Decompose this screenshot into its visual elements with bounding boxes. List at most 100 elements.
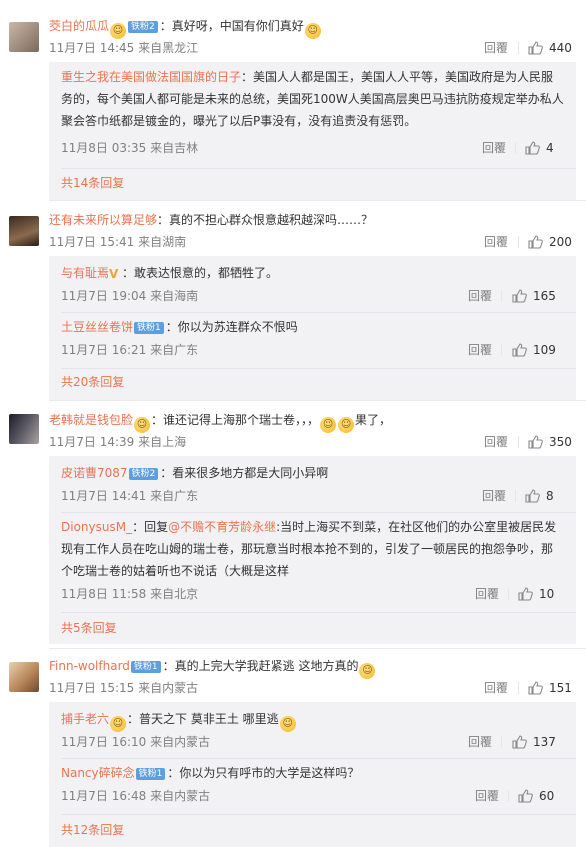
comment-item: 茭白的瓜瓜 ☺ 铁粉2 ：真好呀，中国有你们真好 ☺ 11月7日 14:45 来自黑龙江…: [0, 0, 586, 200]
reply-prefix: ：回复: [132, 520, 169, 534]
mention-link[interactable]: @不赡不育芳龄永继: [168, 520, 276, 534]
like-count: 200: [549, 235, 572, 249]
like-count: 60: [539, 789, 555, 803]
comment-text: Finn-wolfhard 铁粉1 ：真的上完大学我赶紧逃 这地方真的 ☺: [49, 658, 376, 679]
like-count: 151: [549, 681, 572, 695]
avatar[interactable]: [9, 216, 39, 246]
emoji-face-icon: ☺: [134, 417, 151, 433]
reply-meta: 11月7日 16:10 来自内蒙古: [61, 735, 211, 749]
fan-badge[interactable]: 铁粉2: [128, 468, 159, 480]
more-replies-link[interactable]: 共20条回复: [61, 374, 124, 390]
reply-body: ：敢表达恨意的，都牺牲了。: [122, 266, 279, 280]
reply-body: ：你以为只有呼市的大学是这样吗？: [167, 766, 360, 780]
vip-v-icon: V: [109, 267, 119, 281]
thumbs-up-icon: [518, 587, 533, 601]
reply-button[interactable]: 回覆: [484, 434, 508, 450]
reply-meta: 11月8日 03:35 来自吉林: [61, 141, 199, 155]
comment-text: 老韩就是钱包脸 ☺ ：谁还记得上海那个瑞士卷，，， ☺ ☺ 果了，: [49, 412, 391, 433]
reply-username[interactable]: 捕手老六: [61, 712, 109, 726]
reply-button[interactable]: 回覆: [475, 586, 499, 602]
reply-username[interactable]: DionysusM_: [61, 520, 132, 534]
avatar[interactable]: [9, 22, 39, 52]
reply-button[interactable]: 回覆: [482, 140, 506, 156]
reply-meta: 11月7日 14:41 来自广东: [61, 489, 199, 503]
fan-badge[interactable]: 铁粉1: [134, 322, 164, 334]
like-button[interactable]: 200: [528, 234, 572, 250]
divider: [515, 490, 516, 502]
reply-button[interactable]: 回覆: [468, 288, 492, 304]
reply-button[interactable]: 回覆: [468, 342, 492, 358]
like-button[interactable]: 350: [528, 434, 572, 450]
reply-button[interactable]: 回覆: [484, 680, 508, 696]
emoji-face-icon: ☺: [359, 663, 376, 679]
comment-item: 老韩就是钱包脸 ☺ ：谁还记得上海那个瑞士卷，，， ☺ ☺ 果了， 11月7日 14:39…: [0, 400, 586, 650]
divider: [61, 168, 576, 169]
reply-button[interactable]: 回覆: [482, 488, 506, 504]
username[interactable]: 茭白的瓜瓜: [49, 19, 109, 33]
emoji-face-icon: ☺: [110, 716, 127, 732]
like-count: 165: [533, 289, 556, 303]
fan-badge[interactable]: 铁粉1: [135, 768, 166, 780]
reply-username[interactable]: 皮诺曹7087: [61, 466, 128, 480]
more-replies-link[interactable]: 共14条回复: [61, 175, 124, 191]
comment-text: 还有未来所以算足够：真的不担心群众恨意越积越深吗……？: [49, 212, 373, 228]
comment-body: ：真好呀，中国有你们真好: [159, 19, 304, 33]
comment-body-tail: 果了，: [355, 413, 392, 427]
reply-username[interactable]: Nancy碎碎念: [61, 766, 135, 780]
comment-meta: 11月7日 15:41 来自湖南: [49, 235, 187, 249]
username[interactable]: 还有未来所以算足够: [49, 213, 157, 227]
reply-username[interactable]: 土豆丝丝卷饼: [61, 320, 133, 334]
like-button[interactable]: 440: [528, 40, 572, 56]
thumbs-up-icon: [528, 41, 543, 55]
reply-button[interactable]: 回覆: [484, 234, 508, 250]
reply-button[interactable]: 回覆: [475, 788, 499, 804]
fan-badge[interactable]: 铁粉1: [130, 661, 161, 673]
username[interactable]: 老韩就是钱包脸: [49, 413, 133, 427]
avatar[interactable]: [9, 414, 39, 444]
reply-button[interactable]: 回覆: [484, 40, 508, 56]
divider: [61, 612, 576, 613]
like-button[interactable]: 109: [512, 342, 556, 358]
reply-text: 皮诺曹7087 铁粉2 ：看来很多地方都是大同小异啊: [61, 462, 564, 484]
emoji-face-icon: ☺: [338, 417, 355, 433]
fan-badge[interactable]: 铁粉2: [128, 21, 158, 33]
more-replies-link[interactable]: 共12条回复: [61, 822, 124, 838]
emoji-face-icon: ☺: [110, 23, 127, 39]
divider: [61, 368, 576, 369]
avatar[interactable]: [9, 662, 39, 692]
like-button[interactable]: 10: [518, 586, 554, 602]
thumbs-up-icon: [512, 735, 527, 749]
like-count: 440: [549, 41, 572, 55]
like-button[interactable]: 165: [512, 288, 556, 304]
like-count: 137: [533, 735, 556, 749]
reply-button[interactable]: 回覆: [468, 734, 492, 750]
like-count: 10: [539, 587, 555, 601]
like-button[interactable]: 60: [518, 788, 554, 804]
username[interactable]: Finn-wolfhard: [49, 659, 130, 673]
divider: [518, 236, 519, 248]
divider: [518, 42, 519, 54]
reply-username[interactable]: 与有耻焉: [61, 266, 109, 280]
divider: [61, 814, 576, 815]
divider: [508, 588, 509, 600]
reply-username[interactable]: 重生之我在美国做法国国旗的日子: [61, 70, 241, 84]
like-button[interactable]: 8: [525, 488, 554, 504]
reply-box: 与有耻焉V ：敢表达恨意的，都牺牲了。 11月7日 19:04 来自海南 回覆 1…: [49, 256, 576, 400]
reply-text: 重生之我在美国做法国国旗的日子：美国人人都是国王，美国人人平等，美国政府是为人民…: [61, 66, 564, 132]
like-button[interactable]: 151: [528, 680, 572, 696]
comment-feed: 茭白的瓜瓜 ☺ 铁粉2 ：真好呀，中国有你们真好 ☺ 11月7日 14:45 来自黑龙江…: [0, 0, 586, 847]
divider: [61, 512, 576, 513]
comment-meta: 11月7日 14:39 来自上海: [49, 435, 187, 449]
like-count: 109: [533, 343, 556, 357]
thumbs-up-icon: [512, 289, 527, 303]
reply-text: Nancy碎碎念 铁粉1 ：你以为只有呼市的大学是这样吗？: [61, 762, 564, 784]
comment-item: 还有未来所以算足够：真的不担心群众恨意越积越深吗……？ 11月7日 15:41 …: [0, 200, 586, 408]
comment-meta: 11月7日 14:45 来自黑龙江: [49, 41, 199, 55]
divider: [518, 682, 519, 694]
comment-body: ：真的不担心群众恨意越积越深吗……？: [157, 213, 374, 227]
divider: [508, 790, 509, 802]
like-button[interactable]: 4: [525, 140, 554, 156]
more-replies-link[interactable]: 共5条回复: [61, 620, 117, 636]
like-button[interactable]: 137: [512, 734, 556, 750]
divider: [501, 736, 502, 748]
